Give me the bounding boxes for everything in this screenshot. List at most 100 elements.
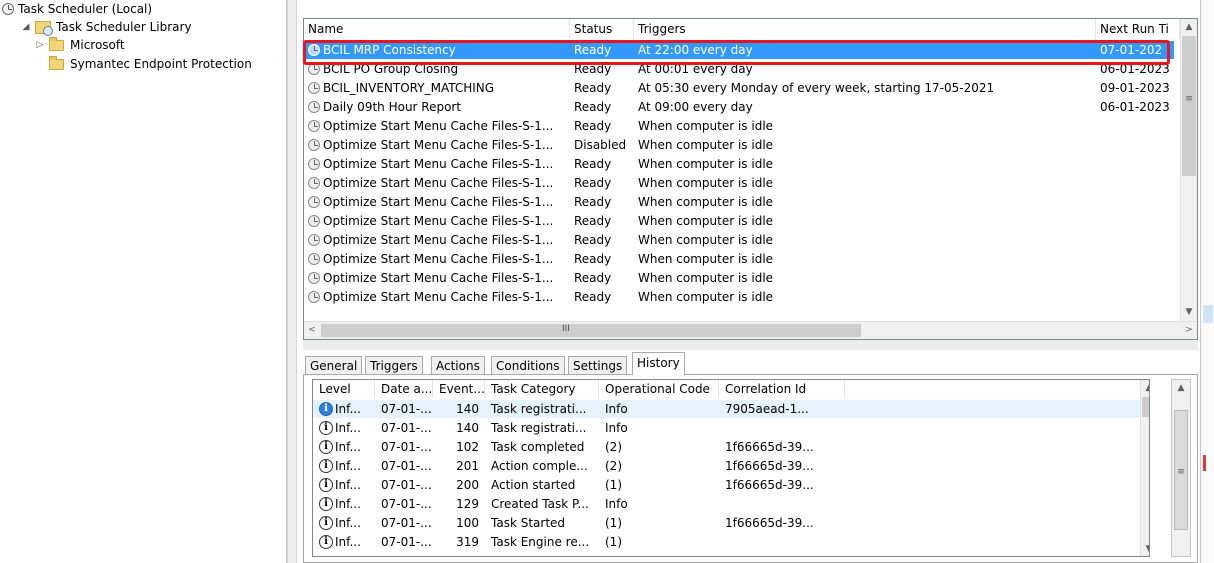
- task-row[interactable]: BCIL_INVENTORY_MATCHING Ready At 05:30 eve…: [304, 79, 1174, 97]
- column-header-status[interactable]: Status: [570, 19, 634, 39]
- task-cell-next-run: 06-01-2023: [1096, 98, 1180, 116]
- history-cell-text: 140: [456, 402, 479, 416]
- history-cell-level: i Inf...: [313, 419, 375, 437]
- task-cell-text: Optimize Start Menu Cache Files-S-1...: [323, 252, 554, 266]
- task-row[interactable]: Optimize Start Menu Cache Files-S-1... Re…: [304, 250, 1174, 268]
- info-icon: i: [319, 459, 333, 473]
- task-cell-text: Ready: [574, 195, 612, 209]
- history-cell-correlation: 1f66665d-39...: [719, 476, 845, 494]
- task-row[interactable]: Optimize Start Menu Cache Files-S-1... Re…: [304, 231, 1174, 249]
- column-header-name[interactable]: Name: [304, 19, 570, 39]
- tab-actions[interactable]: Actions: [431, 356, 485, 375]
- column-header-task-category[interactable]: Task Category: [485, 380, 599, 398]
- history-cell-category: Task Started: [485, 514, 599, 532]
- task-cell-trigger: When computer is idle: [634, 155, 1096, 173]
- pane-divider[interactable]: [303, 340, 1198, 350]
- task-cell-status: Ready: [570, 288, 634, 306]
- history-row[interactable]: i Inf... 07-01-... 102 Task completed (2) 1f66…: [313, 438, 1143, 456]
- task-cell-status: Ready: [570, 193, 634, 211]
- history-cell-text: Task registrati...: [491, 402, 587, 416]
- task-cell-status: Ready: [570, 231, 634, 249]
- scroll-thumb[interactable]: [321, 324, 861, 337]
- history-cell-event: 319: [433, 533, 485, 551]
- task-cell-name: Optimize Start Menu Cache Files-S-1...: [304, 117, 570, 135]
- history-row[interactable]: i Inf... 07-01-... 319 Task Engine re... (1): [313, 533, 1143, 551]
- history-cell-correlation: [719, 419, 845, 437]
- task-clock-icon: [308, 177, 320, 189]
- scroll-down-icon[interactable]: ▼: [1181, 304, 1197, 321]
- history-cell-text: 1f66665d-39...: [725, 459, 814, 473]
- detail-pane-scrollbar[interactable]: ▲ ≡: [1171, 379, 1191, 557]
- task-cell-next-run: [1096, 155, 1180, 173]
- scroll-right-icon[interactable]: >: [1181, 322, 1197, 339]
- tab-triggers[interactable]: Triggers: [365, 356, 423, 375]
- history-row[interactable]: i Inf... 07-01-... 140 Task registrati... Inf…: [313, 400, 1143, 418]
- expander-closed-icon[interactable]: ▷: [34, 36, 46, 54]
- task-row[interactable]: Optimize Start Menu Cache Files-S-1... Re…: [304, 269, 1174, 287]
- task-row[interactable]: Optimize Start Menu Cache Files-S-1... Re…: [304, 174, 1174, 192]
- column-header-correlation-id[interactable]: Correlation Id: [719, 380, 845, 398]
- history-cell-category: Action started: [485, 476, 599, 494]
- tab-settings[interactable]: Settings: [568, 356, 628, 375]
- column-header-event[interactable]: Event...: [433, 380, 485, 398]
- task-row[interactable]: Optimize Start Menu Cache Files-S-1... Di…: [304, 136, 1174, 154]
- task-row[interactable]: Daily 09th Hour Report Ready At 09:00 ever…: [304, 98, 1174, 116]
- actions-pane-selected-item[interactable]: [1203, 305, 1213, 323]
- scroll-up-icon[interactable]: ▲: [1173, 380, 1189, 397]
- task-cell-status: Ready: [570, 79, 634, 97]
- tab-conditions[interactable]: Conditions: [491, 356, 565, 375]
- expander-open-icon[interactable]: ◢: [20, 18, 32, 36]
- history-row[interactable]: i Inf... 07-01-... 100 Task Started (1) 1f6666…: [313, 514, 1143, 532]
- history-row[interactable]: i Inf... 07-01-... 129 Created Task P... Info: [313, 495, 1143, 513]
- task-cell-text: Ready: [574, 176, 612, 190]
- history-cell-level: i Inf...: [313, 533, 375, 551]
- scroll-left-icon[interactable]: <: [304, 322, 320, 339]
- history-cell-text: (1): [605, 516, 622, 530]
- history-cell-correlation: 1f66665d-39...: [719, 514, 845, 532]
- history-row[interactable]: i Inf... 07-01-... 200 Action started (1) 1f66…: [313, 476, 1143, 494]
- task-row[interactable]: Optimize Start Menu Cache Files-S-1... Re…: [304, 193, 1174, 211]
- scroll-up-icon[interactable]: ▲: [1141, 380, 1149, 397]
- scroll-up-icon[interactable]: ▲: [1181, 19, 1197, 36]
- tree-item-symantec[interactable]: Symantec Endpoint Protection: [49, 55, 252, 73]
- history-vertical-scrollbar[interactable]: ▲ ▼: [1140, 380, 1149, 556]
- task-list-horizontal-scrollbar[interactable]: < III >: [304, 321, 1197, 339]
- scroll-thumb[interactable]: [1142, 397, 1149, 417]
- column-header-operational-code[interactable]: Operational Code: [599, 380, 719, 398]
- task-cell-text: When computer is idle: [638, 119, 774, 133]
- tab-general[interactable]: General: [305, 356, 363, 375]
- task-clock-icon: [308, 253, 320, 265]
- tree-item-library[interactable]: ◢ Task Scheduler Library: [20, 18, 192, 36]
- task-cell-text: Ready: [574, 214, 612, 228]
- task-cell-text: Ready: [574, 271, 612, 285]
- task-row[interactable]: Optimize Start Menu Cache Files-S-1... Re…: [304, 155, 1174, 173]
- column-header-level[interactable]: Level: [313, 380, 375, 398]
- task-row[interactable]: Optimize Start Menu Cache Files-S-1... Re…: [304, 288, 1174, 306]
- task-cell-text: When computer is idle: [638, 195, 774, 209]
- task-clock-icon: [308, 120, 320, 132]
- column-header-triggers[interactable]: Triggers: [634, 19, 1096, 39]
- history-row[interactable]: i Inf... 07-01-... 140 Task registrati... Inf…: [313, 419, 1143, 437]
- tree-item-root[interactable]: Task Scheduler (Local): [2, 0, 152, 18]
- task-list-vertical-scrollbar[interactable]: ▲ ≡ ▼: [1180, 19, 1197, 321]
- folder-icon: [49, 36, 64, 51]
- task-row[interactable]: Optimize Start Menu Cache Files-S-1... Re…: [304, 212, 1174, 230]
- tab-history[interactable]: History: [632, 352, 685, 375]
- history-cell-text: 1f66665d-39...: [725, 516, 814, 530]
- task-cell-text: At 05:30 every Monday of every week, sta…: [638, 81, 995, 95]
- scroll-down-icon[interactable]: ▼: [1141, 541, 1149, 556]
- column-header-next-run[interactable]: Next Run Ti: [1096, 19, 1180, 39]
- tree-item-microsoft[interactable]: ▷ Microsoft: [34, 36, 125, 54]
- history-row[interactable]: i Inf... 07-01-... 201 Action comple... (2) 1f…: [313, 457, 1143, 475]
- task-cell-text: Optimize Start Menu Cache Files-S-1...: [323, 119, 554, 133]
- task-cell-next-run: [1096, 193, 1180, 211]
- task-cell-text: When computer is idle: [638, 176, 774, 190]
- task-clock-icon: [308, 158, 320, 170]
- task-cell-status: Ready: [570, 98, 634, 116]
- task-row[interactable]: Optimize Start Menu Cache Files-S-1... Re…: [304, 117, 1174, 135]
- column-header-date[interactable]: Date a...: [375, 380, 433, 398]
- task-cell-status: Ready: [570, 174, 634, 192]
- scroll-grip-label: III: [562, 324, 570, 334]
- pane-splitter[interactable]: [287, 0, 297, 563]
- history-cell-event: 100: [433, 514, 485, 532]
